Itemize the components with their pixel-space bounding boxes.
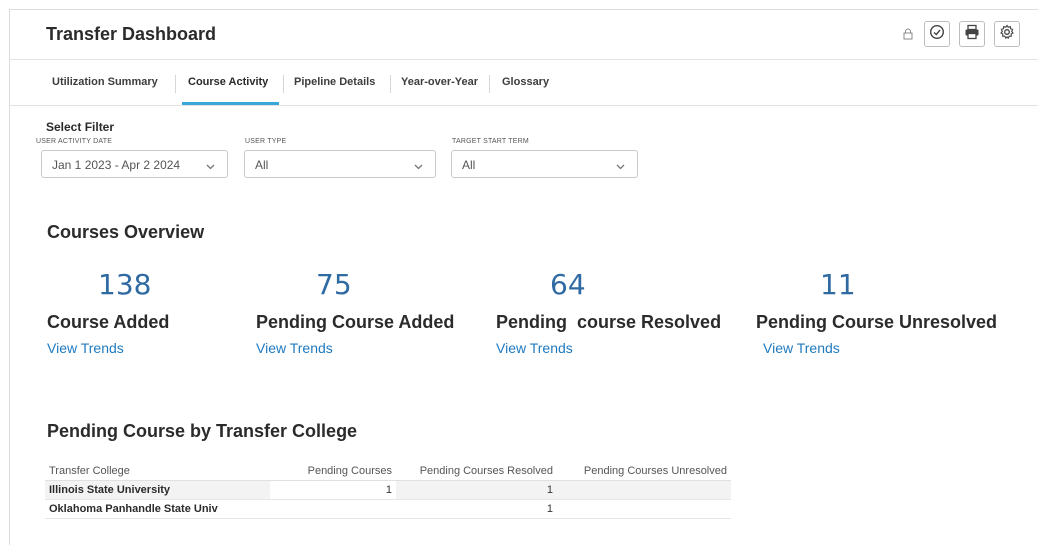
table-row[interactable]: Illinois State University 1 1 <box>45 480 731 500</box>
tab-bar: Utilization Summary Course Activity Pipe… <box>10 61 1038 106</box>
chevron-down-icon <box>414 160 423 170</box>
transfer-college-cell: Oklahoma Panhandle State Univ <box>45 499 270 519</box>
schedule-button[interactable] <box>924 21 950 47</box>
print-icon <box>964 24 980 45</box>
tab-utilization-summary[interactable]: Utilization Summary <box>52 76 158 88</box>
pending-unresolved-cell <box>557 499 731 519</box>
activity-date-value: Jan 1 2023 - Apr 2 2024 <box>52 158 181 172</box>
clock-icon <box>929 24 945 45</box>
table-header-row: Transfer College Pending Courses Pending… <box>45 462 731 481</box>
tab-glossary[interactable]: Glossary <box>502 76 549 88</box>
column-header-pending-resolved[interactable]: Pending Courses Resolved <box>396 462 557 481</box>
dashboard-frame: Transfer Dashboard Utilization Summary C… <box>9 9 1038 545</box>
pending-resolved-cell: 1 <box>396 499 557 519</box>
kpi-value-course-added: 138 <box>98 268 152 301</box>
print-button[interactable] <box>959 21 985 47</box>
view-trends-link-pending-course-unresolved[interactable]: View Trends <box>763 340 840 356</box>
view-trends-link-pending-course-resolved[interactable]: View Trends <box>496 340 573 356</box>
kpi-label-course-added: Course Added <box>47 312 170 332</box>
kpi-label-pending-course-added: Pending Course Added <box>256 312 455 332</box>
transfer-college-cell: Illinois State University <box>45 480 270 500</box>
activity-date-select[interactable]: Jan 1 2023 - Apr 2 2024 <box>41 150 228 178</box>
page-title: Transfer Dashboard <box>46 24 217 44</box>
gear-icon <box>999 24 1015 45</box>
user-type-value: All <box>255 158 269 172</box>
tab-divider <box>175 75 176 93</box>
chevron-down-icon <box>206 160 215 170</box>
target-term-value: All <box>462 158 476 172</box>
user-type-label: USER TYPE <box>245 138 287 145</box>
activity-date-label: USER ACTIVITY DATE <box>36 138 113 145</box>
column-header-transfer-college[interactable]: Transfer College <box>45 462 270 481</box>
kpi-value-pending-course-added: 75 <box>316 268 352 301</box>
target-term-select[interactable]: All <box>451 150 638 178</box>
pending-by-college-table: Transfer College Pending Courses Pending… <box>45 462 731 519</box>
pending-courses-cell <box>270 499 396 519</box>
tab-divider <box>489 75 490 93</box>
view-trends-link-course-added[interactable]: View Trends <box>47 340 124 356</box>
kpi-value-pending-course-unresolved: 11 <box>820 268 856 301</box>
tab-divider <box>283 75 284 93</box>
column-header-pending-unresolved[interactable]: Pending Courses Unresolved <box>557 462 731 481</box>
chevron-down-icon <box>616 160 625 170</box>
courses-overview-title: Courses Overview <box>47 222 205 242</box>
user-type-select[interactable]: All <box>244 150 436 178</box>
tab-divider <box>390 75 391 93</box>
active-tab-indicator <box>182 102 279 105</box>
kpi-label-pending-course-resolved: Pending course Resolved <box>496 312 722 332</box>
column-header-pending-courses[interactable]: Pending Courses <box>270 462 396 481</box>
settings-button[interactable] <box>994 21 1020 47</box>
filter-title: Select Filter <box>46 120 115 134</box>
pending-courses-cell: 1 <box>270 480 396 500</box>
pending-by-college-title: Pending Course by Transfer College <box>47 421 358 441</box>
tab-course-activity[interactable]: Course Activity <box>188 76 268 88</box>
kpi-label-pending-course-unresolved: Pending Course Unresolved <box>756 312 998 332</box>
table-row[interactable]: Oklahoma Panhandle State Univ 1 <box>45 499 731 519</box>
target-term-label: TARGET START TERM <box>452 138 529 145</box>
kpi-value-pending-course-resolved: 64 <box>550 268 586 301</box>
tab-pipeline-details[interactable]: Pipeline Details <box>294 76 375 88</box>
pending-resolved-cell: 1 <box>396 480 557 500</box>
view-trends-link-pending-course-added[interactable]: View Trends <box>256 340 333 356</box>
header-bar: Transfer Dashboard <box>10 10 1038 60</box>
lock-icon[interactable] <box>903 27 913 40</box>
pending-unresolved-cell <box>557 480 731 500</box>
tab-year-over-year[interactable]: Year-over-Year <box>401 76 478 88</box>
